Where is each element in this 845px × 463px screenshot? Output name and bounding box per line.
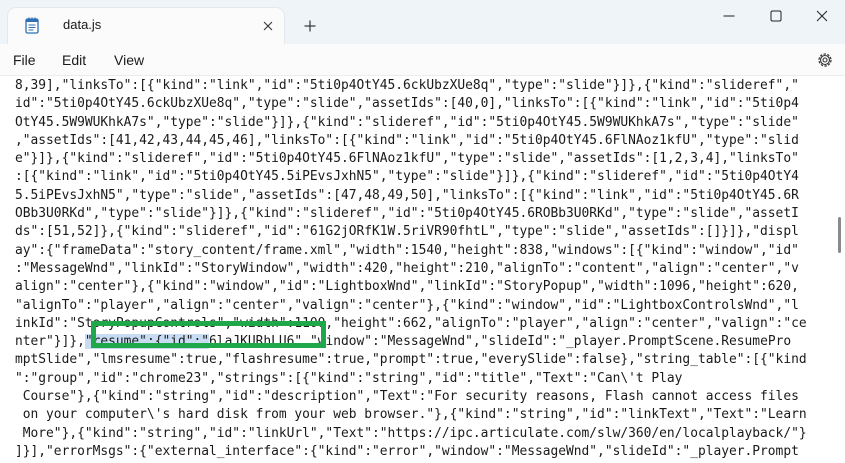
tab-data-js[interactable]: data.js	[8, 8, 284, 44]
code-content: 8,39],"linksTo":[{"kind":"link","id":"5t…	[15, 77, 830, 463]
code-text: "alignTo":"player","align":"center","val…	[15, 297, 799, 313]
code-line: "alignTo":"player","align":"center","val…	[15, 297, 830, 315]
code-text: :"MessageWnd","linkId":"StoryWindow","wi…	[15, 260, 799, 276]
menu-edit[interactable]: Edit	[62, 52, 86, 68]
plus-icon	[304, 20, 316, 32]
tab-title: data.js	[63, 17, 102, 32]
code-line: :"MessageWnd","linkId":"StoryWindow","wi…	[15, 260, 830, 278]
code-text: mptSlide","lmsresume":true,"flashresume"…	[15, 352, 807, 368]
code-line: OBb3U0RKd","type":"slide"}]},{"kind":"sl…	[15, 205, 830, 223]
code-line: ay":{"frameData":"story_content/frame.xm…	[15, 242, 830, 260]
code-text: align":"center"},{"kind":"window","id":"…	[15, 279, 799, 295]
code-text: More"},{"kind":"string","id":"linkUrl","…	[15, 425, 807, 441]
maximize-button[interactable]	[753, 0, 799, 32]
maximize-icon	[770, 10, 782, 22]
code-line: e"}]},{"kind":"slideref","id":"5ti0p4OtY…	[15, 150, 830, 168]
code-text: 5.5iPEvsJxhN5","type":"slide","assetIds"…	[15, 187, 799, 203]
code-line: id":"5ti0p4OtY45.6ckUbzXUe8q","type":"sl…	[15, 95, 830, 113]
close-window-button[interactable]	[799, 0, 845, 32]
highlight-annotation-box	[91, 321, 326, 348]
vertical-scrollbar[interactable]	[838, 217, 841, 253]
code-text: OtY45.5W9WUKhkA7s","type":"slide"}]},{"k…	[15, 114, 799, 130]
code-text: ay":{"frameData":"story_content/frame.xm…	[15, 242, 799, 258]
code-text: nter"}]},	[15, 334, 85, 350]
code-text: 8,39],"linksTo":[{"kind":"link","id":"5t…	[15, 78, 799, 93]
menu-bar: File Edit View	[0, 44, 845, 76]
minimize-icon	[723, 15, 735, 17]
code-line: OtY45.5W9WUKhkA7s","type":"slide"}]},{"k…	[15, 114, 830, 132]
code-line: 5.5iPEvsJxhN5","type":"slide","assetIds"…	[15, 187, 830, 205]
minimize-button[interactable]	[706, 0, 752, 32]
code-text: ds":[51,52]},{"kind":"slideref","id":"61…	[15, 224, 799, 240]
gear-icon[interactable]	[816, 51, 834, 69]
code-line: 8,39],"linksTo":[{"kind":"link","id":"5t…	[15, 77, 830, 95]
code-text: ,"assetIds":[41,42,43,44,45,46],"linksTo…	[15, 132, 799, 148]
code-text: ]}],"errorMsgs":{"external_interface":{"…	[15, 443, 799, 459]
code-text: OBb3U0RKd","type":"slide"}]},{"kind":"sl…	[15, 206, 799, 222]
menu-file[interactable]: File	[13, 52, 36, 68]
close-icon	[816, 10, 828, 22]
code-line: Course"},{"kind":"string","id":"descript…	[15, 388, 830, 406]
code-line: More"},{"kind":"string","id":"linkUrl","…	[15, 425, 830, 443]
menu-view[interactable]: View	[114, 52, 144, 68]
code-line: :[{"kind":"link","id":"5ti0p4OtY45.5iPEv…	[15, 168, 830, 186]
code-text: on your computer\'s hard disk from your …	[15, 407, 807, 423]
text-editor[interactable]: 8,39],"linksTo":[{"kind":"link","id":"5t…	[0, 77, 845, 463]
tab-close-button[interactable]	[258, 16, 278, 36]
code-line: ]}],"errorMsgs":{"external_interface":{"…	[15, 443, 830, 461]
code-text: Course"},{"kind":"string","id":"descript…	[15, 389, 799, 405]
code-line: align":"center"},{"kind":"window","id":"…	[15, 278, 830, 296]
code-line: ,"assetIds":[41,42,43,44,45,46],"linksTo…	[15, 132, 830, 150]
code-text: :[{"kind":"link","id":"5ti0p4OtY45.5iPEv…	[15, 169, 799, 185]
code-line: ds":[51,52]},{"kind":"slideref","id":"61…	[15, 223, 830, 241]
close-icon	[263, 21, 273, 31]
code-text: e"}]},{"kind":"slideref","id":"5ti0p4OtY…	[15, 151, 799, 167]
code-line: mptSlide","lmsresume":true,"flashresume"…	[15, 351, 830, 369]
code-line: on your computer\'s hard disk from your …	[15, 406, 830, 424]
title-bar: data.js	[0, 0, 845, 44]
new-tab-button[interactable]	[298, 14, 322, 38]
code-text: ":"group","id":"chrome23","strings":[{"k…	[15, 370, 683, 386]
code-text: id":"5ti0p4OtY45.6ckUbzXUe8q","type":"sl…	[15, 96, 799, 112]
notepad-file-icon	[25, 17, 39, 34]
code-line: ":"group","id":"chrome23","strings":[{"k…	[15, 370, 830, 388]
